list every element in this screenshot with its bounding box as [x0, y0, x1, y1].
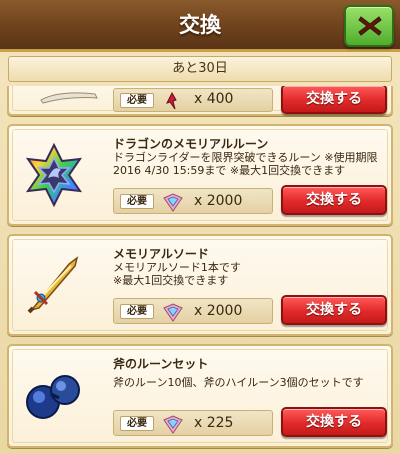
cost-item-icon: [166, 91, 177, 110]
dragon-rune-icon: [25, 142, 83, 208]
cost-value: x 400: [194, 91, 234, 107]
cost-box: 必要 x 2000: [113, 298, 273, 324]
item-description: 斧のルーン10個、斧のハイルーン3個のセットです: [113, 376, 364, 389]
exchange-button[interactable]: 交換する: [281, 185, 387, 215]
cost-box: 必要 x 400: [113, 88, 273, 112]
item-description: メモリアルソード1本です ※最大1回交換できます: [113, 261, 241, 287]
cost-value: x 2000: [194, 193, 243, 209]
list-item: ドラゴンのメモリアルルーン ドラゴンライダーを限界突破できるルーン ※使用期限 …: [7, 124, 393, 226]
cost-label: 必要: [120, 304, 154, 319]
item-description: ドラゴンライダーを限界突破できるルーン ※使用期限 2016 4/30 15:5…: [113, 151, 378, 177]
exchange-button[interactable]: 交換する: [281, 295, 387, 325]
exchange-list[interactable]: 必要 x 400 交換する ドラゴンのメモリアルルーン ドラゴンライダーを限界突…: [0, 86, 400, 454]
header-bar: 交換: [0, 0, 400, 52]
cost-label: 必要: [120, 416, 154, 431]
list-item: メモリアルソード メモリアルソード1本です ※最大1回交換できます 必要 x 2…: [7, 234, 393, 336]
memorial-sword-icon: [27, 256, 79, 314]
exchange-button[interactable]: 交換する: [281, 407, 387, 437]
exchange-button[interactable]: 交換する: [281, 86, 387, 114]
list-item: 必要 x 400 交換する: [7, 86, 393, 116]
remaining-days: あと30日: [8, 56, 392, 82]
item-name: 斧のルーンセット: [113, 357, 209, 371]
item-name: メモリアルソード: [113, 247, 209, 261]
medal-icon: [163, 415, 183, 434]
cost-value: x 225: [194, 415, 234, 431]
cost-label: 必要: [120, 93, 154, 108]
item-icon: [40, 92, 98, 104]
item-name: ドラゴンのメモリアルルーン: [113, 137, 269, 151]
close-button[interactable]: [344, 5, 394, 47]
list-item: 斧のルーンセット 斧のルーン10個、斧のハイルーン3個のセットです 必要 x 2…: [7, 344, 393, 448]
close-icon: [358, 16, 382, 36]
cost-box: 必要 x 2000: [113, 188, 273, 214]
page-title: 交換: [179, 13, 221, 37]
axe-rune-set-icon: [26, 375, 80, 419]
medal-icon: [163, 303, 183, 322]
cost-value: x 2000: [194, 303, 243, 319]
cost-box: 必要 x 225: [113, 410, 273, 436]
medal-icon: [163, 193, 183, 212]
cost-label: 必要: [120, 194, 154, 209]
